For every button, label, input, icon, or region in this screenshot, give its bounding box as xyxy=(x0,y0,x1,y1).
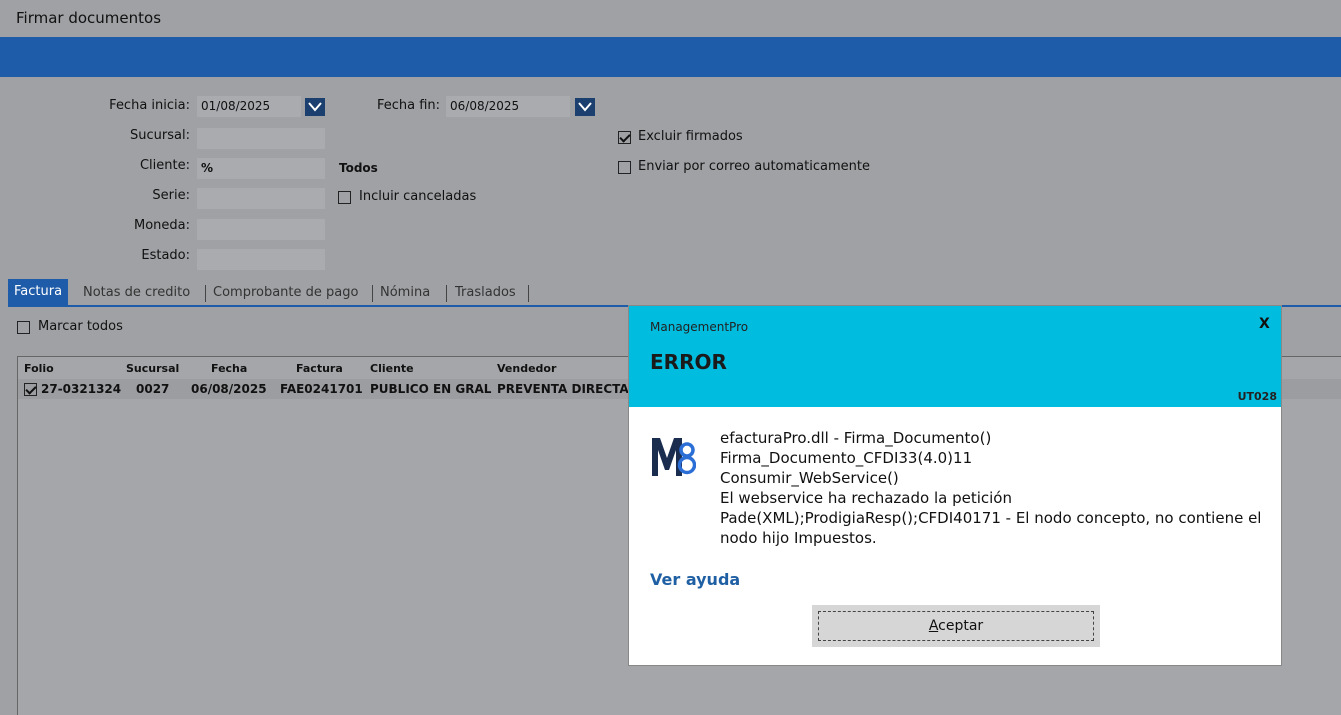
column-header-sucursal[interactable]: Sucursal xyxy=(126,362,179,375)
cliente-input[interactable]: % xyxy=(197,158,325,179)
window-title: Firmar documentos xyxy=(16,9,162,27)
column-header-cliente[interactable]: Cliente xyxy=(370,362,414,375)
estado-input[interactable] xyxy=(197,249,325,270)
fecha-fin-label: Fecha fin: xyxy=(376,98,440,113)
dialog-header: ManagementPro X ERROR UT028 xyxy=(629,306,1281,407)
chevron-down-icon xyxy=(578,102,592,112)
message-line: Consumir_WebService() xyxy=(720,469,899,487)
fecha-fin-dropdown[interactable] xyxy=(575,98,595,116)
tab-separator xyxy=(528,285,529,302)
error-message: efacturaPro.dll - Firma_Documento() Firm… xyxy=(720,428,1265,548)
app-logo-icon xyxy=(652,438,696,476)
column-header-folio[interactable]: Folio xyxy=(24,362,54,375)
excluir-firmados-label: Excluir firmados xyxy=(638,129,743,144)
tab-comprobante-de-pago[interactable]: Comprobante de pago xyxy=(213,280,358,306)
excluir-firmados-checkbox[interactable] xyxy=(618,131,631,144)
serie-input[interactable] xyxy=(197,188,325,209)
help-link[interactable]: Ver ayuda xyxy=(650,570,740,589)
column-header-vendedor[interactable]: Vendedor xyxy=(497,362,556,375)
sucursal-label: Sucursal: xyxy=(130,128,190,143)
sucursal-input[interactable] xyxy=(197,128,325,149)
cell-sucursal: 0027 xyxy=(136,382,170,396)
dialog-title: ERROR xyxy=(650,350,727,374)
column-header-fecha[interactable]: Fecha xyxy=(211,362,247,375)
dialog-app-name: ManagementPro xyxy=(650,320,749,334)
marcar-todos-label: Marcar todos xyxy=(38,319,123,334)
accept-label-rest: ceptar xyxy=(938,618,984,634)
window-titlebar: Firmar documentos xyxy=(0,0,1341,37)
fecha-fin-input[interactable]: 06/08/2025 xyxy=(446,96,570,117)
moneda-label: Moneda: xyxy=(133,218,190,233)
cell-folio: 27-0321324 xyxy=(41,382,122,396)
incluir-canceladas-label: Incluir canceladas xyxy=(359,189,477,204)
column-header-factura[interactable]: Factura xyxy=(296,362,343,375)
moneda-input[interactable] xyxy=(197,219,325,240)
chevron-down-icon xyxy=(308,102,322,112)
tab-nomina[interactable]: Nómina xyxy=(380,280,430,306)
enviar-correo-label: Enviar por correo automaticamente xyxy=(638,159,870,174)
fecha-inicia-dropdown[interactable] xyxy=(305,98,325,116)
message-line: Firma_Documento_CFDI33(4.0)11 xyxy=(720,449,973,467)
message-line: El webservice ha rechazado la petición xyxy=(720,489,1012,507)
marcar-todos-checkbox[interactable] xyxy=(17,321,30,334)
fecha-inicia-label: Fecha inicia: xyxy=(109,98,190,113)
accept-button-label: Aceptar xyxy=(818,611,1094,641)
accept-button[interactable]: Aceptar xyxy=(812,605,1100,647)
message-line: Pade(XML);ProdigiaResp();CFDI40171 - El … xyxy=(720,509,1262,527)
cell-vendedor: PREVENTA DIRECTA xyxy=(497,382,629,396)
row-select-checkbox[interactable] xyxy=(24,383,37,396)
enviar-correo-checkbox[interactable] xyxy=(618,161,631,174)
cell-fecha: 06/08/2025 xyxy=(191,382,267,396)
estado-label: Estado: xyxy=(141,248,190,263)
tab-separator xyxy=(446,285,447,302)
accept-accesskey: A xyxy=(928,618,939,634)
tab-factura[interactable]: Factura xyxy=(8,279,69,305)
toolbar-band xyxy=(0,37,1341,77)
message-line: efacturaPro.dll - Firma_Documento() xyxy=(720,429,992,447)
cliente-description: Todos xyxy=(339,161,378,175)
tab-separator xyxy=(372,285,373,302)
incluir-canceladas-checkbox[interactable] xyxy=(338,191,351,204)
cliente-label: Cliente: xyxy=(139,158,190,173)
close-button[interactable]: X xyxy=(1259,316,1270,332)
tab-notas-de-credito[interactable]: Notas de credito xyxy=(83,280,190,306)
error-dialog: ManagementPro X ERROR UT028 efacturaPro.… xyxy=(628,305,1282,666)
tab-traslados[interactable]: Traslados xyxy=(455,280,516,306)
cell-cliente: PUBLICO EN GRAL xyxy=(370,382,492,396)
fecha-inicia-input[interactable]: 01/08/2025 xyxy=(197,96,301,117)
error-code: UT028 xyxy=(1237,390,1277,403)
message-line: nodo hijo Impuestos. xyxy=(720,529,877,547)
serie-label: Serie: xyxy=(152,188,190,203)
cell-factura: FAE0241701 xyxy=(280,382,363,396)
tab-separator xyxy=(205,285,206,302)
